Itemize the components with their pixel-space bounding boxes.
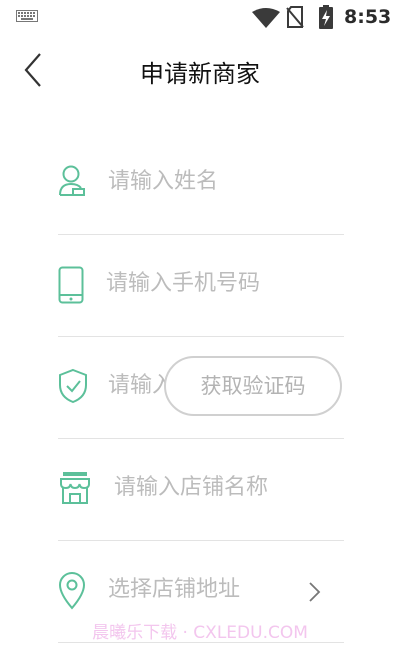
location-pin-icon — [58, 572, 86, 610]
address-input[interactable] — [108, 570, 288, 610]
store-name-row — [58, 438, 344, 541]
keyboard-icon — [16, 10, 38, 22]
chevron-right-icon[interactable] — [304, 580, 324, 604]
no-sim-icon — [286, 6, 304, 28]
name-input[interactable] — [108, 162, 328, 202]
app-header: 申请新商家 — [0, 34, 400, 104]
code-input[interactable] — [108, 366, 168, 406]
store-icon — [60, 472, 90, 504]
status-time: 8:53 — [344, 6, 392, 28]
wifi-icon — [252, 8, 280, 28]
phone-icon — [58, 266, 84, 304]
status-bar: 8:53 — [0, 0, 400, 34]
name-row — [58, 132, 344, 235]
phone-input[interactable] — [106, 264, 336, 304]
battery-charging-icon — [319, 5, 333, 29]
phone-row — [58, 234, 344, 337]
store-name-input[interactable] — [114, 468, 334, 508]
page-title: 申请新商家 — [140, 60, 260, 88]
watermark: 晨曦乐下载 · CXLEDU.COM — [92, 623, 308, 643]
shield-check-icon — [59, 368, 87, 404]
get-code-button[interactable]: 获取验证码 — [164, 356, 342, 416]
user-icon — [59, 165, 85, 196]
